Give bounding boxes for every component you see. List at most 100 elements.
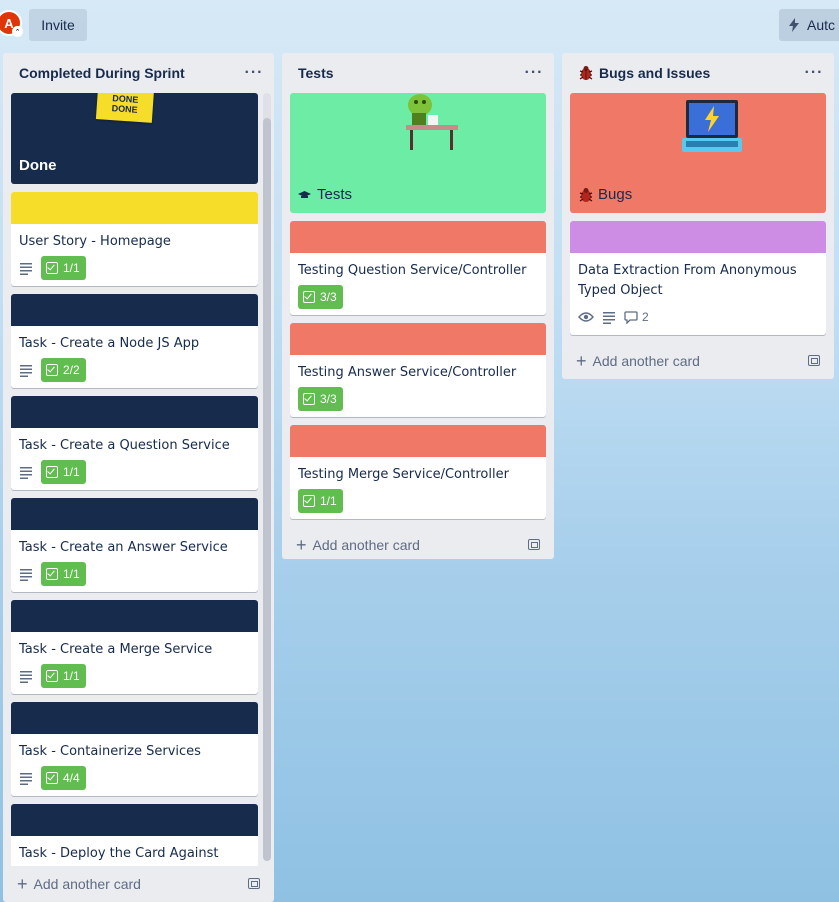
checklist-icon <box>46 466 58 478</box>
description-icon <box>20 467 32 479</box>
laptop-lightning-image <box>682 100 742 152</box>
checklist-icon <box>303 291 315 303</box>
card-deploy-card-against-application[interactable]: Task - Deploy the Card Against Applicati… <box>11 804 258 866</box>
plus-icon: + <box>296 535 307 555</box>
list-menu-icon[interactable]: ··· <box>524 63 544 83</box>
description-icon <box>20 263 32 275</box>
list-menu-icon[interactable]: ··· <box>804 63 824 83</box>
card-title: Task - Create a Merge Service <box>19 642 213 657</box>
checklist-count: 1/1 <box>63 465 80 479</box>
checklist-badge: 3/3 <box>298 285 343 309</box>
card-cover <box>290 323 546 355</box>
card-testing-merge-service[interactable]: Testing Merge Service/Controller 1/1 <box>290 425 546 519</box>
card-create-answer-service[interactable]: Task - Create an Answer Service 1/1 <box>11 498 258 592</box>
checklist-count: 2/2 <box>63 363 80 377</box>
automation-label: Autc <box>807 17 836 33</box>
card-containerize-services[interactable]: Task - Containerize Services 4/4 <box>11 702 258 796</box>
card-testing-question-service[interactable]: Testing Question Service/Controller 3/3 <box>290 221 546 315</box>
card-bugs-cover[interactable]: Bugs <box>570 93 826 213</box>
checklist-badge: 1/1 <box>298 489 343 513</box>
add-card-button[interactable]: + Add another card <box>562 343 834 379</box>
card-data-extraction[interactable]: Data Extraction From Anonymous Typed Obj… <box>570 221 826 335</box>
card-title: Tests <box>317 186 353 203</box>
checklist-badge: 1/1 <box>41 664 86 688</box>
card-title: Bugs <box>598 186 633 203</box>
card-title: Task - Create a Node JS App <box>19 336 200 351</box>
card-cover <box>11 294 258 326</box>
list-title[interactable]: Completed During Sprint <box>19 65 185 81</box>
card-testing-answer-service[interactable]: Testing Answer Service/Controller 3/3 <box>290 323 546 417</box>
card-cover <box>11 702 258 734</box>
card-create-question-service[interactable]: Task - Create a Question Service 1/1 <box>11 396 258 490</box>
card-title: Task - Containerize Services <box>19 744 201 759</box>
checklist-count: 1/1 <box>63 567 80 581</box>
list-scrollbar[interactable] <box>263 93 271 861</box>
list-menu-icon[interactable]: ··· <box>244 63 264 83</box>
comment-icon <box>624 310 638 324</box>
add-card-label: Add another card <box>33 876 141 892</box>
card-user-story-homepage[interactable]: User Story - Homepage 1/1 <box>11 192 258 286</box>
cap-icon <box>298 191 311 198</box>
checklist-icon <box>303 393 315 405</box>
list-tests: Tests ··· Tests Testing Question Service… <box>282 53 554 559</box>
card-tests-cover[interactable]: Tests <box>290 93 546 213</box>
checklist-icon <box>46 772 58 784</box>
checklist-count: 1/1 <box>63 669 80 683</box>
checklist-icon <box>46 262 58 274</box>
add-card-label: Add another card <box>592 353 700 369</box>
checklist-icon <box>46 670 58 682</box>
card-list: Bugs Data Extraction From Anonymous Type… <box>562 93 834 335</box>
description-icon <box>20 365 32 377</box>
sticker-text: DONE DONE <box>111 93 139 115</box>
list-header[interactable]: Completed During Sprint ··· <box>3 53 274 93</box>
checklist-count: 3/3 <box>320 392 337 406</box>
card-cover <box>11 498 258 530</box>
description-icon <box>20 671 32 683</box>
card-template-icon[interactable] <box>248 878 260 889</box>
card-title: Task - Deploy the Card Against Applicati… <box>19 846 219 861</box>
card-create-merge-service[interactable]: Task - Create a Merge Service 1/1 <box>11 600 258 694</box>
admin-badge-icon: ⌃ <box>12 26 23 37</box>
checklist-count: 1/1 <box>320 494 337 508</box>
card-done-cover[interactable]: DONE DONE Done <box>11 93 258 184</box>
card-create-node-js-app[interactable]: Task - Create a Node JS App 2/2 <box>11 294 258 388</box>
description-icon <box>603 312 615 324</box>
member-avatar[interactable]: A ⌃ <box>0 10 23 37</box>
card-list: Tests Testing Question Service/Controlle… <box>282 93 554 519</box>
done-sticker-image: DONE DONE <box>95 93 155 123</box>
card-cover <box>11 804 258 836</box>
invite-button[interactable]: Invite <box>29 9 87 41</box>
card-title: Testing Question Service/Controller <box>298 263 527 278</box>
checklist-badge: 3/3 <box>298 387 343 411</box>
description-icon <box>20 773 32 785</box>
list-title[interactable]: Tests <box>298 65 334 81</box>
card-title: Task - Create a Question Service <box>19 438 230 453</box>
list-completed-during-sprint: Completed During Sprint ··· DONE DONE Do… <box>3 53 274 902</box>
card-title: Testing Answer Service/Controller <box>298 365 517 380</box>
list-bugs-and-issues: Bugs and Issues ··· Bugs Data Extraction… <box>562 53 834 379</box>
automation-button[interactable]: Autc <box>779 9 839 41</box>
checklist-badge: 4/4 <box>41 766 86 790</box>
description-icon <box>20 569 32 581</box>
card-template-icon[interactable] <box>528 539 540 550</box>
list-title[interactable]: Bugs and Issues <box>599 65 710 81</box>
board-header: A ⌃ Invite Autc <box>0 0 839 48</box>
card-cover <box>11 600 258 632</box>
card-cover <box>11 396 258 428</box>
frog-desk-image <box>406 94 458 150</box>
list-header[interactable]: Bugs and Issues ··· <box>562 53 834 93</box>
list-header[interactable]: Tests ··· <box>282 53 554 93</box>
checklist-badge: 1/1 <box>41 460 86 484</box>
add-card-button[interactable]: + Add another card <box>282 527 554 563</box>
checklist-badge: 2/2 <box>41 358 86 382</box>
card-cover <box>570 221 826 253</box>
card-template-icon[interactable] <box>808 355 820 366</box>
bug-icon <box>579 66 593 80</box>
card-title: Data Extraction From Anonymous Typed Obj… <box>578 263 797 298</box>
checklist-icon <box>303 495 315 507</box>
card-list: DONE DONE Done User Story - Homepage 1/1… <box>3 93 274 866</box>
scrollbar-thumb[interactable] <box>263 118 271 861</box>
add-card-button[interactable]: + Add another card <box>3 866 274 902</box>
checklist-count: 3/3 <box>320 290 337 304</box>
eye-icon <box>578 312 594 322</box>
